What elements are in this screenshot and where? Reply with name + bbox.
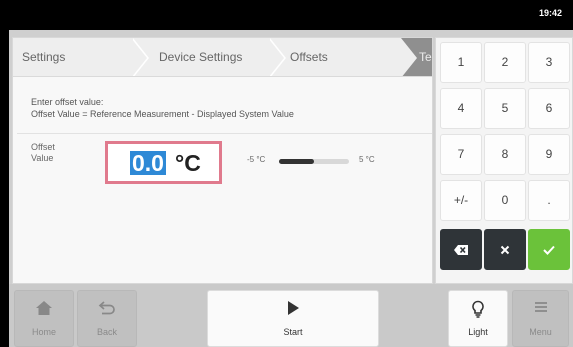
key-6[interactable]: 6 [528,88,570,129]
offset-unit: °C [175,150,201,176]
home-label: Home [31,327,56,337]
instructions-line2: Offset Value = Reference Measurement - D… [31,109,294,119]
menu-icon [534,302,547,312]
key-8[interactable]: 8 [484,134,526,175]
key-9[interactable]: 9 [528,134,570,175]
offset-value-input[interactable]: 0.0 °C [105,141,222,184]
numeric-keypad: 1 2 3 4 5 6 7 8 9 +/- 0 . [435,37,573,284]
offset-panel: Settings Device Settings Offsets Te Ente… [12,37,433,284]
backspace-button[interactable] [440,229,482,270]
breadcrumb-separator [268,38,284,76]
back-label: Back [96,327,117,337]
breadcrumb-item-offsets[interactable]: Offsets [290,38,328,76]
breadcrumb-item-current-label: Te [419,50,432,64]
range-min-label: -5 °C [247,155,266,164]
start-label: Start [283,327,303,337]
device-frame: 19:42 Settings Device Settings Offsets T… [0,0,573,347]
clock: 19:42 [538,8,562,18]
key-2[interactable]: 2 [484,42,526,83]
back-button[interactable]: Back [77,290,137,347]
light-label: Light [468,327,488,337]
offset-value-label: Offset Value [31,142,55,164]
key-3[interactable]: 3 [528,42,570,83]
divider [17,133,432,134]
status-bar: 19:42 [0,0,573,30]
play-icon [288,301,299,315]
instructions: Enter offset value: Offset Value = Refer… [31,96,294,120]
home-button[interactable]: Home [14,290,74,347]
lightbulb-icon [472,300,484,318]
range-max-label: 5 °C [359,155,375,164]
bottom-bar: Home Back Start Light Menu [9,284,573,347]
home-icon [36,301,52,315]
light-button[interactable]: Light [448,290,508,347]
range-indicator [279,159,349,164]
backspace-icon [454,245,468,255]
breadcrumb-item-device-settings[interactable]: Device Settings [159,38,242,76]
range-indicator-fill [279,159,314,164]
key-4[interactable]: 4 [440,88,482,129]
key-0[interactable]: 0 [484,180,526,221]
clear-button[interactable] [484,229,526,270]
key-7[interactable]: 7 [440,134,482,175]
confirm-button[interactable] [528,229,570,270]
back-arrow-icon [98,301,115,315]
instructions-line1: Enter offset value: [31,97,104,107]
breadcrumb-separator [401,38,417,76]
check-icon [543,245,555,255]
menu-button[interactable]: Menu [512,290,569,347]
key-5[interactable]: 5 [484,88,526,129]
breadcrumb-item-settings[interactable]: Settings [22,38,65,76]
offset-label-line1: Offset [31,142,55,152]
start-button[interactable]: Start [207,290,379,347]
screen: Settings Device Settings Offsets Te Ente… [9,30,573,347]
key-plus-minus[interactable]: +/- [440,180,482,221]
offset-value-text: 0.0 [130,150,166,176]
key-decimal[interactable]: . [528,180,570,221]
breadcrumb: Settings Device Settings Offsets Te [13,38,432,77]
breadcrumb-separator [131,38,147,76]
close-icon [500,245,510,255]
key-1[interactable]: 1 [440,42,482,83]
offset-label-line2: Value [31,153,54,163]
menu-label: Menu [529,327,552,337]
